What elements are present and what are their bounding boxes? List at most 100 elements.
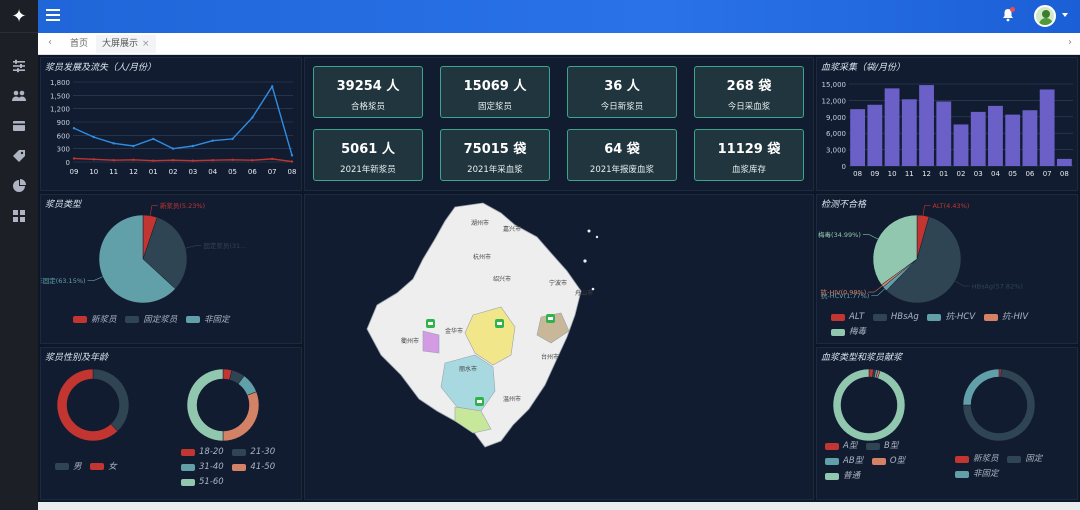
app-logo[interactable]: ✦: [0, 0, 38, 33]
x-tick-label: 10: [89, 168, 98, 176]
legend-item[interactable]: 男: [55, 460, 82, 472]
legend-item[interactable]: B型: [866, 440, 898, 453]
label-line: [868, 234, 878, 240]
chevron-down-icon[interactable]: [1062, 13, 1068, 17]
horizontal-scrollbar[interactable]: [38, 502, 1080, 510]
donor-type-panel: 浆员类型 新浆员(5.23%) 固定浆员(31... 非固定(63.15%) 新浆员…: [36, 194, 302, 344]
pie-icon[interactable]: [0, 171, 38, 201]
legend-item[interactable]: 新浆员: [955, 453, 999, 466]
close-icon[interactable]: ×: [142, 39, 150, 49]
legend-item[interactable]: O型: [871, 455, 905, 468]
series-point: [191, 144, 195, 148]
legend-item[interactable]: 普通: [825, 470, 860, 483]
legend-item[interactable]: 新浆员: [73, 313, 117, 325]
label-line: [185, 245, 196, 249]
bar: [850, 109, 866, 166]
bell-icon[interactable]: [1002, 7, 1015, 22]
legend-item[interactable]: 21-30: [232, 446, 275, 459]
x-tick-label: 07: [1043, 170, 1052, 178]
sliders-icon[interactable]: [0, 51, 38, 81]
map-marker-icon[interactable]: [475, 397, 484, 406]
legend-item[interactable]: HBsAg: [872, 311, 919, 324]
users-icon[interactable]: [0, 81, 38, 111]
series-point: [72, 157, 76, 160]
legend-item[interactable]: 41-50: [232, 461, 275, 474]
stat-card: 268 袋今日采血浆: [694, 66, 804, 118]
series-point: [270, 157, 274, 161]
map-region-qushu: [422, 330, 440, 354]
legend-label: AB型: [843, 456, 864, 466]
legend-item[interactable]: 固定浆员: [125, 313, 177, 325]
map-city-label: 丽水市: [459, 365, 477, 373]
series-point: [132, 144, 135, 148]
map-city-label: 台州市: [541, 353, 559, 361]
legend-item[interactable]: 抗-HCV: [927, 311, 975, 324]
pie-slice: [962, 368, 1000, 406]
panel-title: 浆员发展及流失（人/月份）: [45, 63, 157, 73]
legend-item[interactable]: 18-20: [181, 446, 224, 459]
top-header: [38, 0, 1080, 33]
x-tick-label: 08: [1060, 170, 1069, 178]
map-marker-icon[interactable]: [546, 314, 555, 323]
map-city-label: 宁波市: [549, 279, 567, 287]
stat-value: 39254 人: [336, 79, 400, 94]
x-tick-label: 02: [169, 168, 178, 176]
stat-value: 11129 袋: [717, 142, 781, 157]
grid-icon[interactable]: [0, 201, 38, 231]
legend-item[interactable]: ALT: [831, 311, 864, 324]
series-point: [152, 159, 155, 162]
legend-item[interactable]: A型: [825, 440, 857, 453]
bar: [936, 101, 952, 166]
map-city-label: 舟山市: [575, 289, 593, 297]
x-tick-label: 09: [870, 170, 879, 178]
legend-item[interactable]: 51-60: [181, 476, 224, 489]
menu-icon[interactable]: [46, 9, 60, 23]
stats-panel: 39254 人合格浆员 15069 人固定浆员 36 人今日新浆员 268 袋今…: [304, 57, 814, 191]
y-tick-label: 600: [57, 132, 70, 140]
tab-next-arrow[interactable]: ›: [1064, 37, 1076, 48]
stat-label: 2021年报废血浆: [589, 165, 655, 175]
legend-item[interactable]: 女: [90, 460, 117, 472]
x-tick-label: 11: [905, 170, 914, 178]
legend-item[interactable]: 抗-HIV: [983, 311, 1029, 324]
y-tick-label: 1,800: [50, 79, 70, 87]
legend-item[interactable]: 非固定: [955, 468, 999, 481]
series-point: [171, 147, 175, 150]
user-avatar[interactable]: [1034, 5, 1056, 27]
map-marker-icon[interactable]: [426, 319, 435, 328]
series-point: [132, 158, 135, 161]
gender-age-panel: 浆员性别及年龄 男 女 18-20 21-30 31-40 41-50 51-6…: [40, 347, 302, 500]
series-point: [211, 159, 214, 162]
tab-home[interactable]: 首页: [64, 35, 94, 53]
side-nav: ✦: [0, 0, 38, 510]
label-line: [93, 276, 103, 281]
stat-label: 2021年采血浆: [467, 165, 523, 175]
legend-label: 抗-HIV: [1001, 312, 1029, 322]
legend-label: 男: [73, 462, 82, 472]
y-tick-label: 1,500: [50, 92, 70, 100]
series-point: [112, 142, 115, 145]
series-point: [270, 85, 274, 88]
blood-legend: A型 B型 AB型 O型 普通: [825, 440, 945, 485]
series-point: [231, 158, 234, 161]
stat-value: 268 袋: [726, 79, 772, 94]
label-line: [922, 205, 925, 216]
legend-item[interactable]: AB型: [825, 455, 863, 468]
map-marker-icon[interactable]: [495, 319, 504, 328]
tag-icon[interactable]: [0, 141, 38, 171]
x-tick-label: 12: [922, 170, 931, 178]
tab-prev-arrow[interactable]: ‹: [44, 37, 56, 48]
stat-card: 39254 人合格浆员: [313, 66, 423, 118]
series-point: [231, 137, 234, 141]
map-panel: 湖州市 嘉兴市 杭州市 绍兴市 宁波市 舟山市 衢州市 金华市 台州市 丽水市 …: [304, 194, 814, 500]
y-tick-label: 0: [66, 159, 70, 167]
tab-dashboard[interactable]: 大屏展示 ×: [96, 35, 156, 53]
legend-item[interactable]: 固定: [1007, 453, 1042, 466]
donate-legend: 新浆员 固定 非固定: [955, 453, 1075, 483]
legend-item[interactable]: 非固定: [185, 313, 229, 325]
stat-label: 今日新浆员: [600, 102, 644, 112]
legend-item[interactable]: 梅毒: [831, 326, 866, 339]
y-tick-label: 12,000: [822, 97, 847, 105]
legend-item[interactable]: 31-40: [181, 461, 224, 474]
card-icon[interactable]: [0, 111, 38, 141]
